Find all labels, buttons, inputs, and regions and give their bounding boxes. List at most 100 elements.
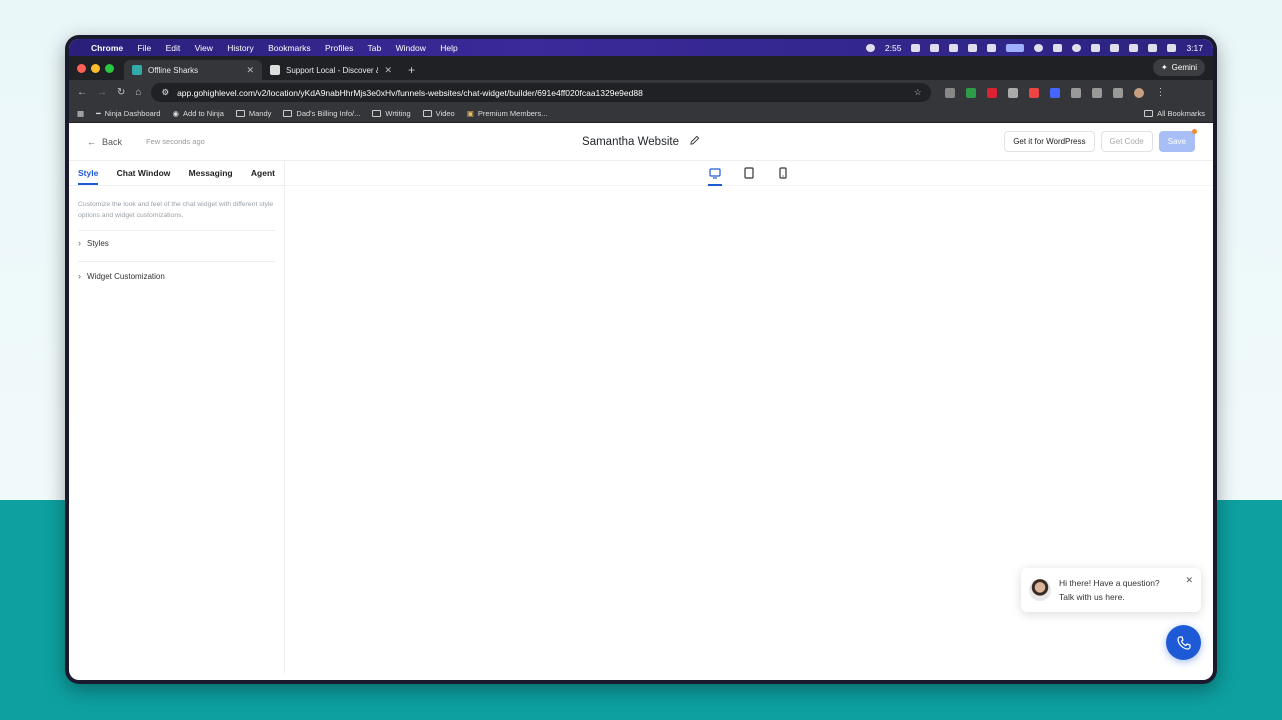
bookmark-item[interactable]: Wrtiting	[372, 109, 411, 118]
style-description: Customize the look and feel of the chat …	[78, 201, 274, 219]
bookmark-item[interactable]: Dad's Billing Info/...	[283, 109, 360, 118]
extension-icon[interactable]	[987, 87, 998, 98]
status-icon[interactable]	[1053, 43, 1063, 52]
section-styles[interactable]: › Styles	[78, 230, 275, 248]
browser-tab[interactable]: Support Local - Discover & S ✕	[262, 60, 400, 80]
favicon-icon	[132, 65, 142, 75]
screen-mirror-icon[interactable]	[1006, 43, 1025, 52]
chat-greeting-bubble[interactable]: Hi there! Have a question? Talk with us …	[1021, 568, 1201, 612]
dropbox-icon[interactable]	[968, 43, 978, 52]
menu-window[interactable]: Window	[396, 43, 426, 53]
laptop-frame: Chrome File Edit View History Bookmarks …	[65, 35, 1217, 684]
menu-profiles[interactable]: Profiles	[325, 43, 353, 53]
folder-icon	[422, 110, 432, 117]
menu-history[interactable]: History	[227, 43, 253, 53]
chat-launcher-button[interactable]	[1166, 625, 1201, 660]
phone-icon	[1176, 635, 1191, 650]
tab-strip: Offline Sharks ✕ Support Local - Discove…	[69, 56, 1213, 80]
wifi-icon[interactable]	[1129, 43, 1139, 52]
profile-avatar[interactable]	[1134, 87, 1145, 98]
clock[interactable]: 3:17	[1186, 43, 1203, 53]
tab-messaging[interactable]: Messaging	[189, 168, 233, 185]
section-widget-customization[interactable]: › Widget Customization	[78, 261, 275, 281]
status-icon[interactable]	[987, 43, 997, 52]
tab-chat-window[interactable]: Chat Window	[117, 168, 171, 185]
timer-readout[interactable]: 2:55	[885, 43, 902, 53]
status-icon[interactable]	[949, 43, 959, 52]
puzzle-icon[interactable]	[1071, 87, 1082, 98]
browser-tab-active[interactable]: Offline Sharks ✕	[124, 60, 262, 80]
download-icon[interactable]	[1113, 87, 1124, 98]
address-bar[interactable]: ⚙ app.gohighlevel.com/v2/location/yKdA9n…	[151, 83, 932, 102]
sparkle-icon: ✦	[1160, 63, 1168, 72]
menu-tab[interactable]: Tab	[368, 43, 382, 53]
tab-agent[interactable]: Agent	[251, 168, 275, 185]
section-label: Styles	[87, 238, 109, 248]
back-button[interactable]: ← Back	[87, 137, 122, 147]
menu-edit[interactable]: Edit	[166, 43, 181, 53]
bookmark-label: Premium Members...	[477, 109, 548, 118]
battery-icon[interactable]	[1148, 43, 1158, 52]
menu-file[interactable]: File	[138, 43, 152, 53]
side-panel-icon[interactable]	[1092, 87, 1103, 98]
status-icon[interactable]	[930, 43, 940, 52]
section-label: Widget Customization	[87, 271, 165, 281]
bookmark-label: All Bookmarks	[1157, 109, 1205, 118]
close-icon[interactable]: ✕	[1185, 575, 1193, 586]
bookmark-item[interactable]: Mandy	[235, 109, 272, 118]
device-toggle	[285, 161, 1213, 186]
status-icon[interactable]	[1034, 43, 1044, 52]
get-code-button[interactable]: Get Code	[1100, 131, 1153, 152]
minimize-window-icon[interactable]	[91, 63, 100, 73]
menu-app-name[interactable]: Chrome	[91, 43, 123, 53]
close-window-icon[interactable]	[77, 63, 86, 73]
pen-icon[interactable]	[1008, 87, 1019, 98]
agent-avatar	[1029, 579, 1051, 601]
url-text[interactable]: app.gohighlevel.com/v2/location/yKdA9nab…	[177, 88, 643, 98]
tab-style[interactable]: Style	[78, 168, 99, 185]
extension-icon[interactable]	[966, 87, 977, 98]
all-bookmarks[interactable]: All Bookmarks	[1144, 109, 1205, 118]
more-menu-icon[interactable]: ⋮	[1155, 87, 1165, 98]
favicon-icon	[270, 65, 280, 75]
forward-arrow-icon[interactable]: →	[97, 87, 107, 98]
browser-toolbar: ← → ↻ ⌂ ⚙ app.gohighlevel.com/v2/locatio…	[69, 80, 1213, 105]
close-tab-icon[interactable]: ✕	[246, 65, 254, 76]
desktop-icon[interactable]	[708, 166, 722, 186]
search-icon[interactable]	[1072, 43, 1082, 52]
get-wordpress-button[interactable]: Get it for WordPress	[1004, 131, 1095, 152]
bookmark-item[interactable]: Video	[422, 109, 455, 118]
gemini-button[interactable]: ✦ Gemini	[1152, 59, 1205, 76]
reload-icon[interactable]: ↻	[117, 87, 125, 98]
maximize-window-icon[interactable]	[105, 63, 114, 73]
menu-help[interactable]: Help	[440, 43, 457, 53]
site-info-icon[interactable]: ⚙	[161, 87, 169, 98]
status-icon[interactable]	[865, 43, 875, 52]
extension-icon[interactable]	[1050, 87, 1061, 98]
apps-grid-icon[interactable]: ▦	[77, 109, 84, 118]
page-title: Samantha Website	[582, 135, 700, 149]
home-icon[interactable]: ⌂	[135, 87, 141, 98]
status-icon[interactable]	[1091, 43, 1101, 52]
save-button[interactable]: Save	[1158, 129, 1198, 152]
tablet-icon[interactable]	[742, 166, 756, 180]
menu-bookmarks[interactable]: Bookmarks	[268, 43, 311, 53]
control-center-icon[interactable]	[1167, 43, 1177, 52]
close-tab-icon[interactable]: ✕	[384, 65, 392, 76]
bookmark-item[interactable]: ◉ Add to Ninja	[172, 109, 223, 118]
status-icon[interactable]	[1110, 43, 1120, 52]
bookmark-star-icon[interactable]: ☆	[914, 87, 922, 98]
extension-icon[interactable]	[945, 87, 956, 98]
mobile-icon[interactable]	[776, 166, 790, 180]
window-controls	[77, 56, 114, 80]
new-tab-icon[interactable]: +	[408, 60, 415, 80]
status-icon[interactable]	[911, 43, 921, 52]
back-arrow-icon[interactable]: ←	[77, 87, 87, 98]
bookmark-item[interactable]: ▣ Premium Members...	[467, 109, 548, 118]
extension-icon[interactable]	[1029, 87, 1040, 98]
menu-view[interactable]: View	[195, 43, 213, 53]
pencil-icon[interactable]	[689, 135, 700, 149]
bookmark-item[interactable]: ━ Ninja Dashboard	[96, 109, 160, 118]
bookmark-label: Add to Ninja	[183, 109, 224, 118]
bookmark-label: Mandy	[248, 109, 272, 118]
